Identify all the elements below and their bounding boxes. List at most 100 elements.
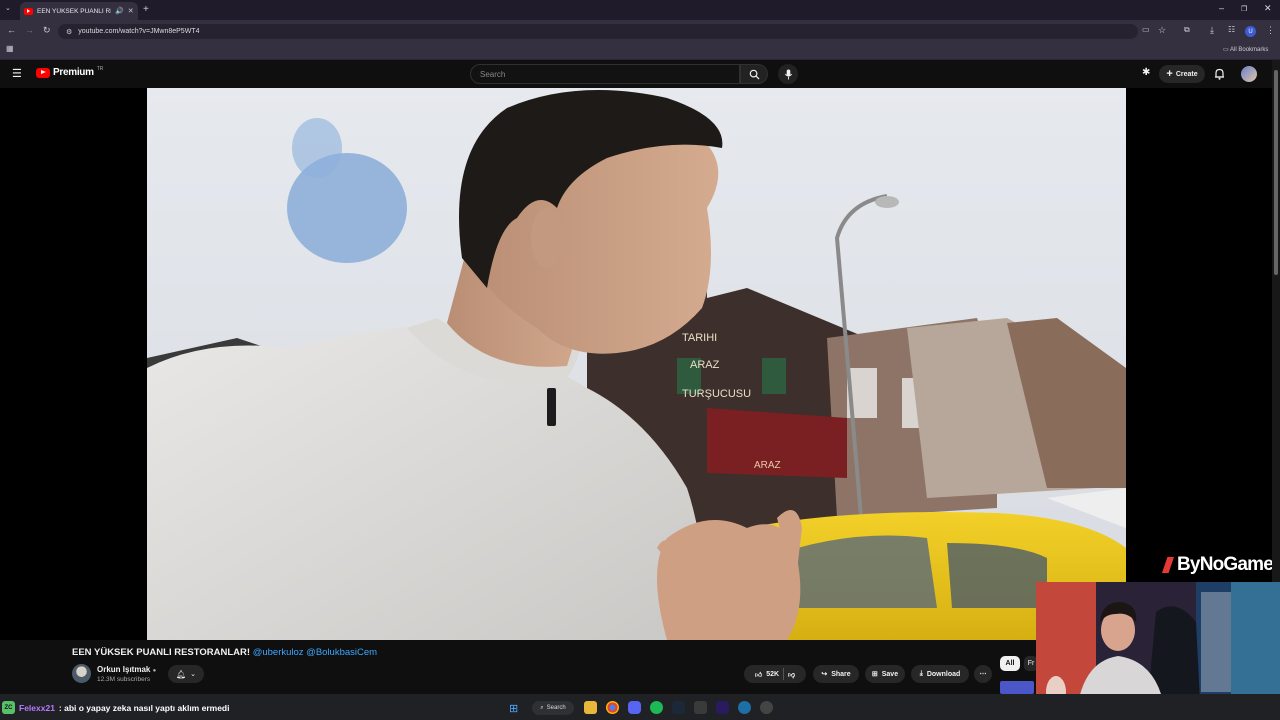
logo-text: Premium	[53, 67, 94, 78]
recommended-thumbnail[interactable]	[1000, 681, 1034, 694]
youtube-logo[interactable]: Premium TR	[36, 66, 103, 78]
notifications-bell-icon[interactable]	[1214, 67, 1225, 85]
premiere-icon[interactable]	[716, 701, 729, 714]
reload-icon[interactable]: ↻	[43, 25, 51, 36]
bynogame-mark-icon	[1162, 557, 1174, 573]
chat-text: : abi o yapay zeka nasıl yaptı aklım erm…	[58, 702, 230, 713]
search-button[interactable]	[740, 64, 768, 84]
site-info-icon[interactable]: ⚙	[66, 28, 72, 36]
menu-kebab-icon[interactable]: ⋮	[1266, 25, 1275, 36]
chat-username: Felexx21	[19, 702, 55, 713]
close-window-icon[interactable]: ✕	[1264, 3, 1272, 14]
chrome-icon[interactable]	[606, 701, 619, 714]
tab-search-list-icon[interactable]: ☷	[1228, 25, 1235, 34]
windows-start-icon[interactable]: ⊞	[509, 702, 518, 715]
chevron-down-icon: ⌄	[190, 671, 197, 678]
share-button[interactable]: ↪ Share	[813, 665, 859, 683]
address-bar[interactable]: ⚙ youtube.com/watch?v=JMwn8eP5WT4	[58, 24, 1138, 39]
create-label: Create	[1175, 70, 1198, 78]
studio-icon[interactable]: ✱	[1142, 67, 1150, 78]
more-actions-button[interactable]: ⋯	[974, 665, 992, 683]
shop-sign-line-3: TURŞUCUSU	[682, 388, 751, 400]
all-bookmarks-label: All Bookmarks	[1230, 47, 1269, 53]
search-icon	[749, 69, 760, 80]
profile-icon[interactable]: U	[1245, 26, 1256, 37]
taskbar-search-button[interactable]: ⌕ Search	[532, 701, 574, 715]
back-icon[interactable]: ←	[7, 25, 16, 35]
bookmark-star-icon[interactable]: ☆	[1158, 25, 1166, 36]
thumbs-down-icon: 👎︎	[788, 671, 796, 679]
obs-icon[interactable]	[760, 701, 773, 714]
download-label: Download	[926, 670, 961, 678]
file-explorer-icon[interactable]	[584, 701, 597, 714]
save-button[interactable]: ⊞ Save	[865, 665, 905, 683]
subscriber-count: 12.3M subscribers	[97, 676, 151, 683]
plus-icon: +	[1166, 68, 1173, 80]
youtube-play-icon	[36, 67, 50, 78]
minimize-icon[interactable]: –	[1219, 3, 1224, 13]
video-title: EEN YÜKSEK PUANLI RESTORANLAR! @uberkulo…	[72, 647, 377, 658]
app-icon-8[interactable]	[738, 701, 751, 714]
tab-search-icon[interactable]: ⌄	[5, 4, 11, 12]
search-icon: ⌕	[540, 704, 544, 711]
download-icon[interactable]: ⤓	[1210, 25, 1214, 36]
stream-chat-message: ZC Felexx21 : abi o yapay zeka nasıl yap…	[2, 701, 229, 714]
share-icon: ↪	[821, 671, 828, 678]
forward-icon[interactable]: →	[25, 25, 34, 35]
like-count: 52K	[766, 670, 780, 678]
more-horizontal-icon: ⋯	[979, 671, 987, 678]
bynogame-logo: ByNoGame	[1162, 554, 1274, 576]
hamburger-menu-icon[interactable]: ☰	[12, 67, 22, 80]
steam-icon[interactable]	[672, 701, 685, 714]
bookmarks-bar	[0, 42, 1280, 60]
shop-sign-line-1: TARIHI	[682, 332, 717, 344]
all-bookmarks-link[interactable]: ▭ All Bookmarks	[1223, 46, 1268, 53]
video-scene-image: TARIHI ARAZ TURŞUCUSU ARAZ	[147, 88, 1126, 640]
video-player[interactable]: TARIHI ARAZ TURŞUCUSU ARAZ	[0, 88, 1272, 640]
folder-icon: ▭	[1223, 47, 1229, 53]
channel-name-text: Orkun Işıtmak	[97, 665, 151, 674]
video-title-text: EEN YÜKSEK PUANLI RESTORANLAR!	[72, 647, 251, 658]
extensions-icon[interactable]: ⧉	[1184, 25, 1190, 35]
video-frame[interactable]: TARIHI ARAZ TURŞUCUSU ARAZ	[147, 88, 1126, 640]
youtube-favicon-icon	[24, 7, 33, 15]
search-input[interactable]	[480, 69, 739, 79]
address-url: youtube.com/watch?v=JMwn8eP5WT4	[78, 28, 200, 35]
restore-icon[interactable]: ❐	[1241, 5, 1247, 13]
apps-grid-icon[interactable]: ▦	[6, 44, 14, 53]
like-dislike-group: 👍︎ 52K 👎︎	[744, 665, 806, 683]
shop-sign-line-2: ARAZ	[690, 359, 720, 371]
like-button[interactable]: 👍︎ 52K	[755, 670, 779, 679]
account-avatar[interactable]	[1241, 66, 1257, 82]
browser-tab-strip	[0, 0, 1280, 20]
chip-all[interactable]: All	[1000, 656, 1020, 671]
voice-search-button[interactable]	[778, 64, 798, 84]
save-label: Save	[881, 670, 899, 678]
channel-avatar[interactable]	[72, 664, 91, 683]
dislike-button[interactable]: 👎︎	[788, 670, 795, 679]
app-icon-6[interactable]	[694, 701, 707, 714]
new-tab-icon[interactable]: +	[143, 4, 149, 15]
taskbar-search-label: Search	[546, 705, 566, 711]
download-button[interactable]: ⤓ Download	[911, 665, 969, 683]
thumbs-up-icon: 👍︎	[754, 671, 763, 679]
video-title-mentions[interactable]: @uberkuloz @BolukbasiCem	[253, 647, 377, 658]
search-box[interactable]	[470, 64, 740, 84]
browser-tab-active[interactable]: EEN YÜKSEK PUANLI RESTO 🔊 ✕	[20, 2, 138, 20]
microphone-icon	[784, 69, 792, 79]
divider	[783, 668, 785, 680]
bynogame-text: ByNoGame	[1177, 554, 1274, 575]
download-arrow-icon: ⤓	[919, 670, 923, 677]
chat-badge: ZC	[2, 701, 15, 714]
speaker-icon[interactable]: 🔊	[115, 7, 124, 15]
channel-name[interactable]: Orkun Işıtmak ●	[97, 665, 156, 674]
discord-icon[interactable]	[628, 701, 641, 714]
create-button[interactable]: + Create	[1159, 65, 1205, 83]
verified-badge-icon: ●	[152, 668, 157, 674]
subscribed-bell-button[interactable]: 🔔︎ ⌄	[168, 665, 204, 683]
close-tab-icon[interactable]: ✕	[128, 7, 134, 15]
spotify-icon[interactable]	[650, 701, 663, 714]
scrollbar-thumb[interactable]	[1274, 70, 1278, 275]
tab-title: EEN YÜKSEK PUANLI RESTO	[37, 7, 111, 15]
cast-icon[interactable]: ▭	[1142, 25, 1150, 34]
